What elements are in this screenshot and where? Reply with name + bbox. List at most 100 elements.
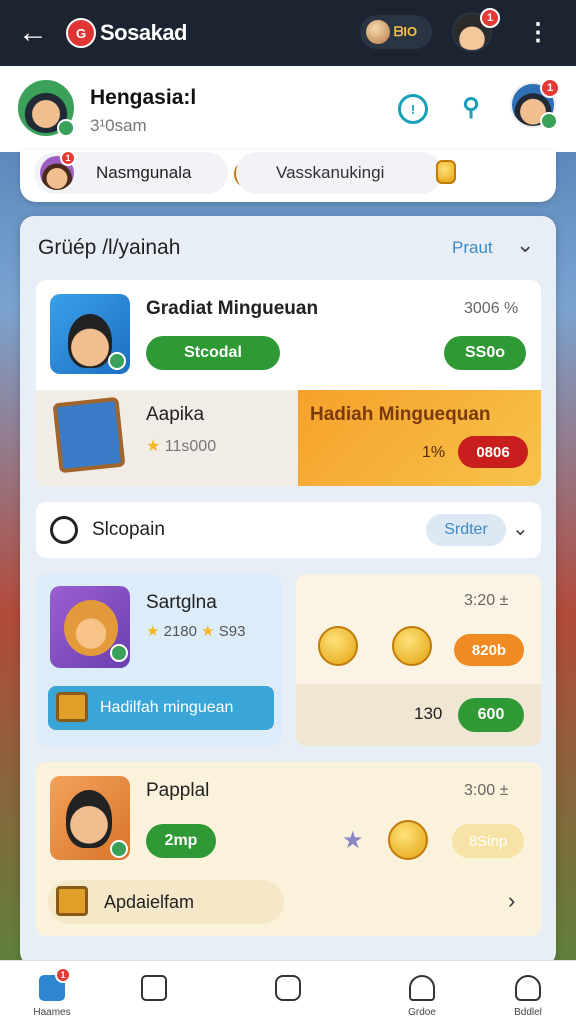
nav-profile[interactable]: Bddlel <box>488 961 568 1024</box>
player-card-value: 3:00 ± <box>464 782 509 799</box>
chevron-down-icon[interactable]: ⌄ <box>516 232 534 258</box>
player-card-title: Papplal <box>146 780 210 801</box>
promo-title: Hadiah Minguequan <box>310 404 491 425</box>
bear-card-stars: ★ 2180 ★ S93 <box>146 623 246 640</box>
player-portrait-icon <box>50 294 130 374</box>
more-options-icon[interactable]: ⋮ <box>520 18 556 48</box>
featured-subtitle: Aapika <box>146 404 205 425</box>
filter-pills: 1 Nasmgunala Vasskanukingi <box>20 150 556 202</box>
nav-badge: 1 <box>55 967 71 983</box>
nav-label: Grdoe <box>408 1007 436 1018</box>
nav-home[interactable]: 1 Haames <box>12 961 92 1024</box>
app-logo-icon: G <box>66 18 96 48</box>
sort-button[interactable]: Srdter <box>426 514 506 546</box>
person-icon <box>515 975 541 1001</box>
app-title: Sosakad <box>100 20 188 45</box>
book-icon <box>52 396 126 474</box>
section-title: Grüép /l/yainah <box>38 236 181 259</box>
bear-card[interactable]: Sartglna ★ 2180 ★ S93 Hadilfah minguean <box>36 574 282 746</box>
featured-lower: Aapika ★ 11s000 Hadiah Minguequan 1% 080… <box>36 390 541 486</box>
boy-avatar-icon <box>50 776 130 860</box>
search-icon[interactable]: ⚲ <box>456 92 486 122</box>
promo-button[interactable]: 0806 <box>458 436 528 468</box>
coin-icon <box>318 626 358 666</box>
avatar-badge: 1 <box>540 78 560 98</box>
coin-card-lower: 130 600 <box>296 684 541 746</box>
online-status-icon <box>108 352 126 370</box>
boy-face-icon <box>66 790 112 848</box>
bottom-nav: 1 Haames Grdoe Bddlel <box>0 960 576 1024</box>
pill-label: Nasmgunala <box>96 163 192 182</box>
featured-secondary-button[interactable]: SS0o <box>444 336 526 370</box>
arrow-left-icon: ← <box>18 16 48 49</box>
player-card[interactable]: Papplal 3:00 ± 2mp ★ 8Sinp Apdaielfam › <box>36 762 541 936</box>
chevron-down-icon[interactable]: ⌄ <box>512 516 529 541</box>
coin-icon <box>392 626 432 666</box>
online-status-icon <box>110 644 128 662</box>
profile-avatar[interactable] <box>18 80 75 137</box>
rounded-square-icon <box>275 975 301 1001</box>
bear-avatar-icon <box>50 586 130 668</box>
section-link[interactable]: Praut <box>452 238 493 258</box>
chest-icon <box>56 886 88 916</box>
player-face-icon <box>68 314 112 368</box>
home-icon: 1 <box>39 967 71 1001</box>
star-icon: ★ <box>146 438 161 455</box>
online-status-icon <box>110 840 128 858</box>
nav-label: Bddlel <box>514 1007 542 1018</box>
coin-card-number: 130 <box>414 704 443 723</box>
nav-tab-3[interactable] <box>248 961 328 1024</box>
profile-time: 3¹0sam <box>90 116 147 135</box>
profile-name: Hengasia:l <box>90 86 197 109</box>
pill-badge: 1 <box>60 150 76 166</box>
bear-card-title: Sartglna <box>146 592 217 613</box>
notification-badge: 1 <box>480 8 500 28</box>
cloud-icon <box>409 975 435 1001</box>
player-card-lower[interactable]: Apdaielfam <box>48 880 284 924</box>
player-card-button[interactable]: 2mp <box>146 824 216 858</box>
search-row[interactable]: Slcopain Srdter ⌄ <box>36 502 541 558</box>
star-icon: ★ <box>146 623 160 640</box>
coin-icon <box>388 820 428 860</box>
back-button[interactable]: ← <box>0 0 66 66</box>
coin-card-green-button[interactable]: 600 <box>458 698 524 732</box>
nav-label: Haames <box>33 1007 71 1018</box>
pill-ranking[interactable]: Vasskanukingi <box>236 152 442 194</box>
featured-value: 3006 % <box>464 300 519 317</box>
coin-card[interactable]: 3:20 ± 820b 130 600 <box>296 574 541 746</box>
player-card-faded-button[interactable]: 8Sinp <box>452 824 524 858</box>
promo-banner[interactable]: Hadiah Minguequan 1% 0806 <box>298 390 541 486</box>
app-bar: ← G Sosakad ᗷIO 1 ⋮ <box>0 0 576 66</box>
coin-card-value: 3:20 ± <box>464 592 509 609</box>
info-icon[interactable]: ! <box>398 94 428 124</box>
online-status-icon <box>57 119 75 137</box>
star-outline-icon: ★ <box>342 827 364 854</box>
header-avatar[interactable]: 1 <box>510 78 560 130</box>
featured-primary-button[interactable]: Stcodal <box>146 336 280 370</box>
trophy-icon <box>436 160 456 184</box>
online-status-icon <box>540 112 558 130</box>
bear-face-icon <box>64 600 118 656</box>
pill-label: Vasskanukingi <box>276 163 385 182</box>
nav-tab-2[interactable] <box>114 961 194 1024</box>
group-panel: Grüép /l/yainah Praut ⌄ Gradiat Mingueua… <box>20 216 556 966</box>
featured-stars: ★ 11s000 <box>146 438 217 455</box>
square-icon <box>141 975 167 1001</box>
coin-card-button[interactable]: 820b <box>454 634 524 666</box>
promo-percent: 1% <box>422 444 446 461</box>
coin-avatar-icon <box>366 20 390 44</box>
featured-title: Gradiat Mingueuan <box>146 298 319 319</box>
chest-icon <box>56 692 88 722</box>
user-avatar[interactable]: 1 <box>452 8 500 52</box>
coin-balance[interactable]: ᗷIO <box>360 15 432 49</box>
coin-balance-text: ᗷIO <box>394 24 418 39</box>
search-label: Slcopain <box>92 519 165 540</box>
reward-bar[interactable]: Hadilfah minguean <box>48 686 274 730</box>
featured-card[interactable]: Gradiat Mingueuan 3006 % Stcodal SS0o Aa… <box>36 280 541 486</box>
profile-header: Hengasia:l 3¹0sam ! ⚲ 1 <box>0 66 576 152</box>
player-card-lower-label: Apdaielfam <box>104 891 195 912</box>
pill-player[interactable]: 1 Nasmgunala <box>34 150 228 194</box>
nav-tab-4[interactable]: Grdoe <box>382 961 462 1024</box>
search-icon <box>50 516 78 544</box>
chevron-right-icon[interactable]: › <box>508 888 515 914</box>
